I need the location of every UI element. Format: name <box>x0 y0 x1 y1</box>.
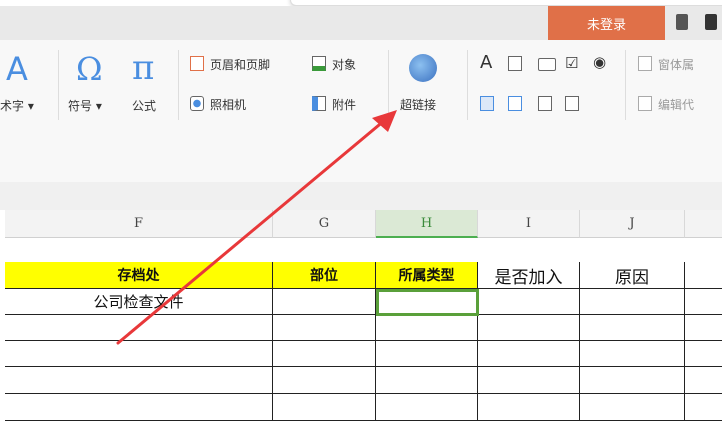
annotation-arrow <box>116 110 397 345</box>
